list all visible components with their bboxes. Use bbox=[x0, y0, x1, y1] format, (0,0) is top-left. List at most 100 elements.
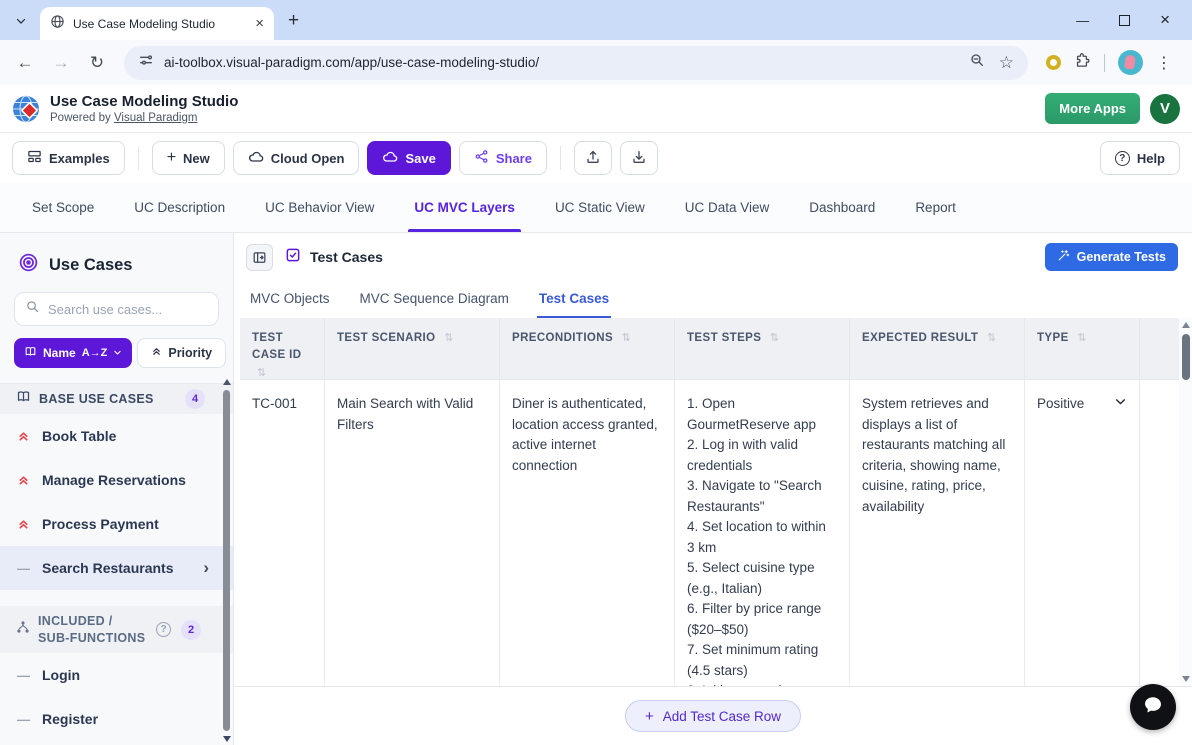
sidebar-item-search-restaurants[interactable]: — Search Restaurants › bbox=[0, 546, 233, 590]
cell-test-steps[interactable]: 1. Open GourmetReserve app 2. Log in wit… bbox=[675, 380, 850, 686]
cell-expected-result[interactable]: System retrieves and displays a list of … bbox=[850, 380, 1025, 686]
more-apps-button[interactable]: More Apps bbox=[1045, 93, 1140, 124]
profile-avatar[interactable] bbox=[1118, 50, 1143, 75]
search-input[interactable] bbox=[48, 302, 208, 317]
scroll-down-arrow[interactable] bbox=[223, 736, 231, 742]
col-test-case-id[interactable]: TEST CASE ID ⇅ bbox=[240, 318, 325, 380]
reload-button[interactable]: ↻ bbox=[82, 48, 112, 78]
tab-uc-mvc-layers[interactable]: UC MVC Layers bbox=[394, 183, 535, 232]
sort-by-name-button[interactable]: Name A→Z bbox=[14, 338, 132, 368]
cell-test-scenario[interactable]: Main Search with Valid Filters bbox=[325, 380, 500, 686]
wand-icon bbox=[1057, 249, 1070, 265]
chat-widget-button[interactable] bbox=[1130, 684, 1176, 730]
search-use-cases-box[interactable] bbox=[14, 292, 219, 326]
table-scrollbar[interactable] bbox=[1179, 318, 1192, 686]
scroll-up-arrow[interactable] bbox=[1182, 322, 1190, 328]
col-test-steps[interactable]: TEST STEPS ⇅ bbox=[675, 318, 850, 380]
cloud-save-icon bbox=[382, 149, 398, 168]
tab-uc-data-view[interactable]: UC Data View bbox=[665, 183, 790, 232]
share-button[interactable]: Share bbox=[459, 141, 547, 175]
tab-search-chevron-icon[interactable] bbox=[10, 10, 32, 32]
col-filler bbox=[1140, 318, 1179, 380]
browser-tab[interactable]: Use Case Modeling Studio × bbox=[40, 7, 274, 40]
priority-high-icon bbox=[16, 430, 31, 443]
extension-ring-icon[interactable] bbox=[1046, 55, 1061, 70]
base-use-cases-section-header: BASE USE CASES 4 bbox=[0, 384, 233, 414]
url-text[interactable]: ai-toolbox.visual-paradigm.com/app/use-c… bbox=[164, 55, 959, 70]
cell-preconditions[interactable]: Diner is authenticated, location access … bbox=[500, 380, 675, 686]
scroll-down-arrow[interactable] bbox=[1182, 676, 1190, 682]
dash-icon: — bbox=[16, 712, 31, 727]
sidebar-title: Use Cases bbox=[49, 256, 132, 275]
test-cases-panel: Test Cases Generate Tests MVC Objects MV… bbox=[234, 233, 1192, 745]
chevron-right-icon: › bbox=[203, 558, 209, 578]
sort-icon[interactable]: ⇅ bbox=[987, 332, 997, 344]
sidebar-scrollbar[interactable] bbox=[221, 376, 232, 745]
included-count-badge: 2 bbox=[181, 620, 201, 640]
user-avatar[interactable]: V bbox=[1150, 94, 1180, 124]
sidebar-item-login[interactable]: — Login bbox=[0, 653, 233, 697]
window-close-button[interactable]: × bbox=[1160, 10, 1170, 30]
examples-button[interactable]: Examples bbox=[12, 141, 125, 175]
visual-paradigm-link[interactable]: Visual Paradigm bbox=[114, 112, 198, 124]
sort-by-priority-button[interactable]: Priority bbox=[137, 338, 226, 368]
save-button[interactable]: Save bbox=[367, 141, 450, 175]
tab-dashboard[interactable]: Dashboard bbox=[789, 183, 895, 232]
col-test-scenario[interactable]: TEST SCENARIO ⇅ bbox=[325, 318, 500, 380]
scroll-up-arrow[interactable] bbox=[223, 379, 231, 385]
address-bar[interactable]: ai-toolbox.visual-paradigm.com/app/use-c… bbox=[124, 46, 1028, 80]
sort-icon[interactable]: ⇅ bbox=[622, 332, 632, 344]
sort-icon[interactable]: ⇅ bbox=[770, 332, 780, 344]
cell-test-case-id[interactable]: TC-001 bbox=[240, 380, 325, 686]
tab-test-cases[interactable]: Test Cases bbox=[537, 281, 611, 318]
tab-uc-description[interactable]: UC Description bbox=[114, 183, 245, 232]
maximize-button[interactable] bbox=[1119, 15, 1130, 26]
minimize-button[interactable]: — bbox=[1076, 13, 1089, 28]
tab-report[interactable]: Report bbox=[895, 183, 976, 232]
import-download-button[interactable] bbox=[620, 141, 658, 175]
export-upload-button[interactable] bbox=[574, 141, 612, 175]
sidebar-item-register[interactable]: — Register bbox=[0, 697, 233, 741]
sort-icon[interactable]: ⇅ bbox=[1077, 332, 1087, 344]
add-test-case-row-button[interactable]: + Add Test Case Row bbox=[625, 700, 801, 732]
tab-close-icon[interactable]: × bbox=[255, 15, 264, 32]
sidebar-item-process-payment[interactable]: Process Payment bbox=[0, 502, 233, 546]
sidebar-item-book-table[interactable]: Book Table bbox=[0, 414, 233, 458]
tab-mvc-sequence-diagram[interactable]: MVC Sequence Diagram bbox=[358, 281, 511, 318]
tab-title: Use Case Modeling Studio bbox=[73, 17, 247, 31]
main-nav-tabs: Set Scope UC Description UC Behavior Vie… bbox=[0, 183, 1192, 233]
sort-icon[interactable]: ⇅ bbox=[444, 332, 454, 344]
tab-uc-behavior-view[interactable]: UC Behavior View bbox=[245, 183, 394, 232]
extensions-puzzle-icon[interactable] bbox=[1074, 52, 1091, 74]
globe-icon bbox=[50, 14, 65, 34]
cloud-icon bbox=[248, 149, 264, 168]
back-button[interactable]: ← bbox=[10, 48, 40, 78]
sidebar-item-manage-reservations[interactable]: Manage Reservations bbox=[0, 458, 233, 502]
double-chevron-up-icon bbox=[151, 346, 162, 360]
new-button[interactable]: + New bbox=[152, 141, 225, 175]
generate-tests-button[interactable]: Generate Tests bbox=[1045, 243, 1178, 271]
help-circle-icon[interactable]: ? bbox=[156, 622, 171, 637]
included-section-header: INCLUDED / SUB-FUNCTIONS ? 2 bbox=[0, 606, 233, 653]
priority-high-icon bbox=[16, 474, 31, 487]
site-settings-icon[interactable] bbox=[138, 52, 154, 73]
col-preconditions[interactable]: PRECONDITIONS ⇅ bbox=[500, 318, 675, 380]
collapse-sidebar-button[interactable] bbox=[246, 244, 273, 271]
col-expected-result[interactable]: EXPECTED RESULT ⇅ bbox=[850, 318, 1025, 380]
visual-paradigm-logo bbox=[12, 95, 40, 123]
cell-type-select[interactable]: Positive bbox=[1025, 380, 1140, 686]
scrollbar-thumb[interactable] bbox=[1182, 334, 1190, 380]
fork-icon bbox=[16, 620, 30, 639]
cloud-open-button[interactable]: Cloud Open bbox=[233, 141, 360, 175]
scrollbar-thumb[interactable] bbox=[223, 390, 230, 731]
tab-mvc-objects[interactable]: MVC Objects bbox=[248, 281, 332, 318]
tab-set-scope[interactable]: Set Scope bbox=[12, 183, 114, 232]
new-tab-button[interactable]: + bbox=[288, 11, 299, 30]
bookmark-star-icon[interactable]: ☆ bbox=[999, 53, 1014, 73]
col-type[interactable]: TYPE ⇅ bbox=[1025, 318, 1140, 380]
browser-menu-icon[interactable]: ⋮ bbox=[1156, 53, 1172, 73]
tab-uc-static-view[interactable]: UC Static View bbox=[535, 183, 665, 232]
sort-icon[interactable]: ⇅ bbox=[257, 367, 267, 379]
help-button[interactable]: ? Help bbox=[1100, 141, 1180, 175]
zoom-icon[interactable] bbox=[969, 52, 985, 73]
